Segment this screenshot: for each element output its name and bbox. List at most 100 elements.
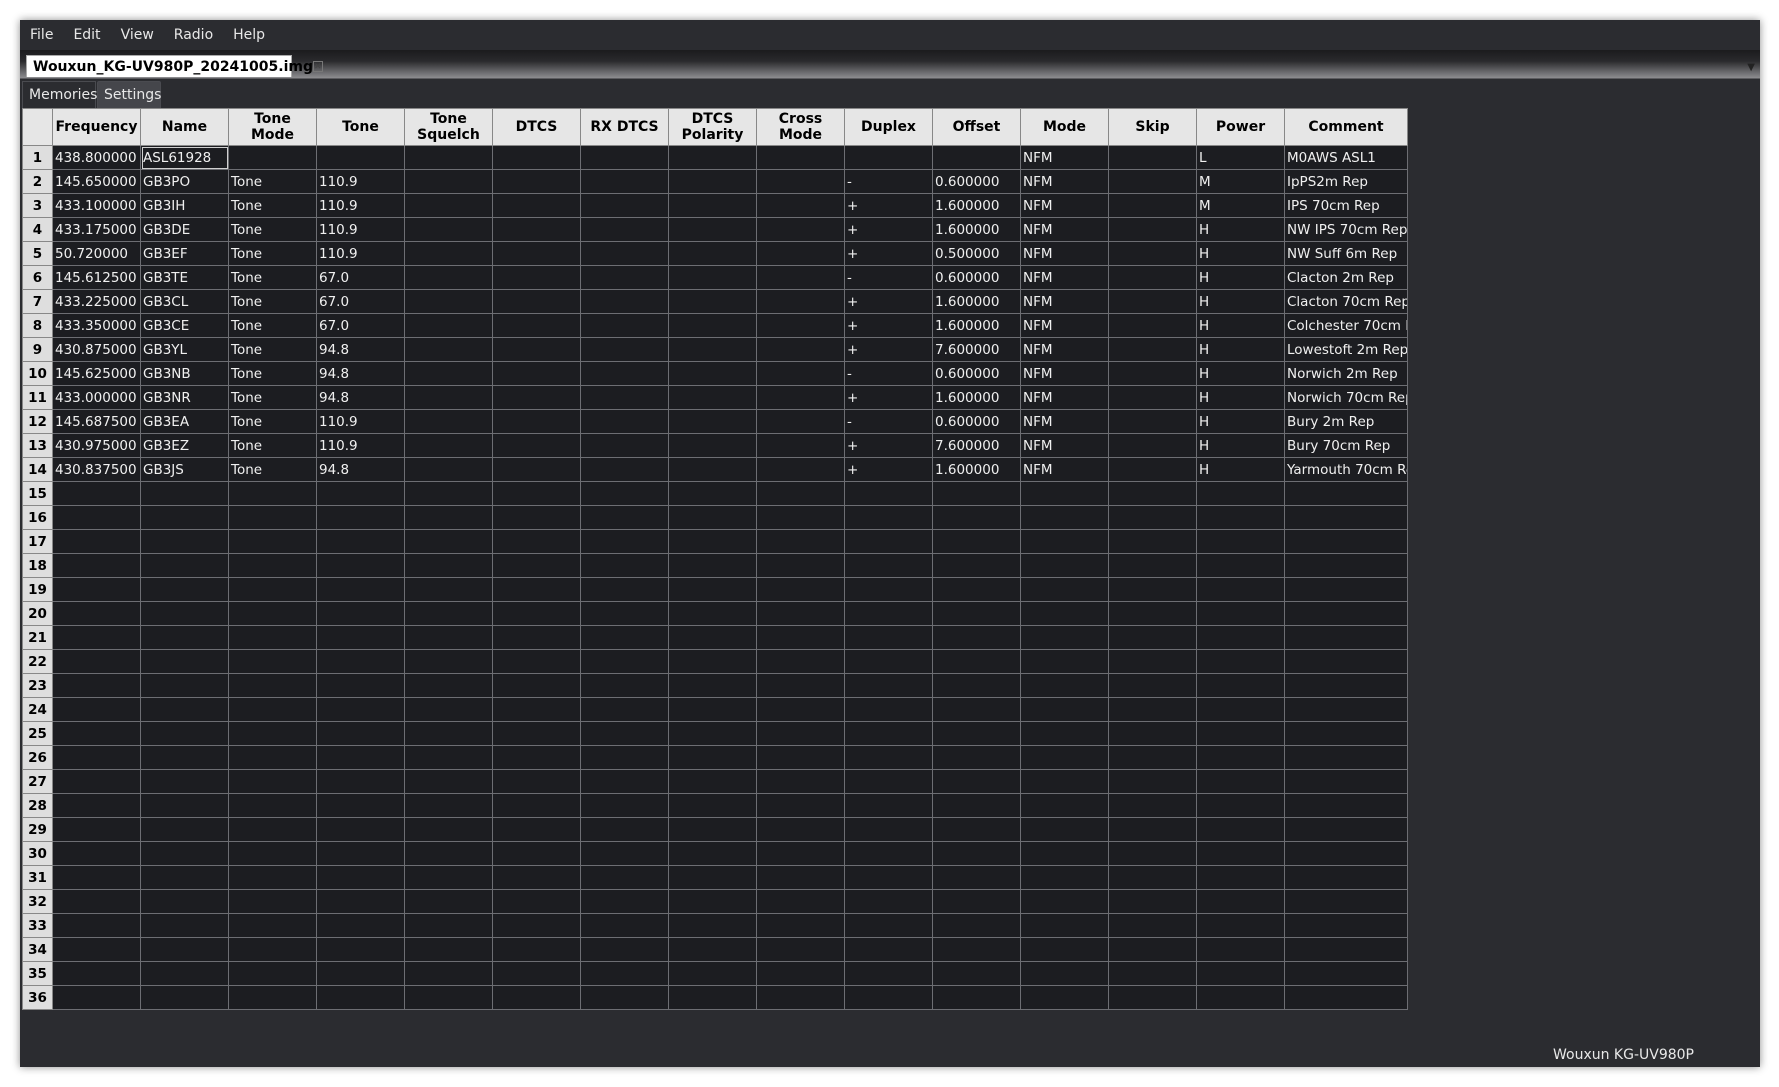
table-cell[interactable] xyxy=(1108,505,1197,530)
table-cell[interactable] xyxy=(140,649,229,674)
table-cell[interactable] xyxy=(756,409,845,434)
table-cell[interactable] xyxy=(844,913,933,938)
table-cell[interactable] xyxy=(756,697,845,722)
table-cell[interactable] xyxy=(756,577,845,602)
table-cell[interactable] xyxy=(140,985,229,1010)
table-cell[interactable] xyxy=(932,793,1021,818)
table-cell[interactable]: Bury 2m Rep xyxy=(1284,409,1408,434)
table-cell[interactable] xyxy=(492,241,581,266)
table-cell[interactable] xyxy=(844,697,933,722)
row-number[interactable]: 2 xyxy=(22,169,53,194)
table-cell[interactable] xyxy=(1284,577,1408,602)
table-cell[interactable] xyxy=(756,865,845,890)
table-cell[interactable]: Clacton 2m Rep xyxy=(1284,265,1408,290)
table-cell[interactable] xyxy=(932,865,1021,890)
table-cell[interactable] xyxy=(1284,769,1408,794)
table-cell[interactable] xyxy=(492,193,581,218)
table-cell[interactable] xyxy=(1020,673,1109,698)
table-cell[interactable] xyxy=(580,889,669,914)
table-cell[interactable] xyxy=(52,769,141,794)
table-cell[interactable] xyxy=(668,577,757,602)
table-cell[interactable] xyxy=(140,529,229,554)
table-cell[interactable] xyxy=(932,697,1021,722)
table-cell[interactable] xyxy=(492,817,581,842)
table-cell[interactable] xyxy=(1196,769,1285,794)
table-cell[interactable] xyxy=(1020,913,1109,938)
table-cell[interactable]: H xyxy=(1196,361,1285,386)
table-cell[interactable] xyxy=(756,601,845,626)
table-cell[interactable] xyxy=(228,625,317,650)
table-cell[interactable] xyxy=(52,625,141,650)
table-cell[interactable] xyxy=(1284,721,1408,746)
table-cell[interactable] xyxy=(580,937,669,962)
table-cell[interactable]: 145.625000 xyxy=(52,361,141,386)
table-cell[interactable] xyxy=(1020,529,1109,554)
row-number[interactable]: 30 xyxy=(22,841,53,866)
table-cell[interactable]: 110.9 xyxy=(316,217,405,242)
table-cell[interactable] xyxy=(580,817,669,842)
table-cell[interactable] xyxy=(1196,745,1285,770)
table-cell[interactable] xyxy=(756,817,845,842)
table-cell[interactable] xyxy=(932,721,1021,746)
table-cell[interactable]: Norwich 2m Rep xyxy=(1284,361,1408,386)
table-cell[interactable] xyxy=(316,481,405,506)
table-cell[interactable]: Tone xyxy=(228,169,317,194)
table-cell[interactable] xyxy=(580,433,669,458)
table-cell[interactable]: - xyxy=(844,409,933,434)
column-header[interactable]: Offset xyxy=(932,108,1021,146)
table-cell[interactable]: GB3PO xyxy=(140,169,229,194)
table-cell[interactable] xyxy=(1020,793,1109,818)
table-cell[interactable] xyxy=(1108,289,1197,314)
table-cell[interactable]: Tone xyxy=(228,313,317,338)
table-cell[interactable]: 7.600000 xyxy=(932,433,1021,458)
table-cell[interactable] xyxy=(1196,553,1285,578)
table-cell[interactable] xyxy=(668,337,757,362)
table-cell[interactable] xyxy=(844,625,933,650)
row-number[interactable]: 9 xyxy=(22,337,53,362)
table-cell[interactable]: 110.9 xyxy=(316,193,405,218)
table-cell[interactable] xyxy=(580,793,669,818)
row-number[interactable]: 27 xyxy=(22,769,53,794)
table-cell[interactable]: 430.875000 xyxy=(52,337,141,362)
table-cell[interactable] xyxy=(404,769,493,794)
table-cell[interactable]: 0.600000 xyxy=(932,361,1021,386)
row-number[interactable]: 35 xyxy=(22,961,53,986)
menu-edit[interactable]: Edit xyxy=(63,20,110,50)
table-cell[interactable] xyxy=(492,529,581,554)
table-cell[interactable] xyxy=(756,313,845,338)
row-number[interactable]: 14 xyxy=(22,457,53,482)
table-cell[interactable] xyxy=(492,145,581,170)
table-cell[interactable] xyxy=(140,769,229,794)
table-cell[interactable]: GB3CL xyxy=(140,289,229,314)
table-cell[interactable] xyxy=(1284,985,1408,1010)
table-cell[interactable] xyxy=(404,433,493,458)
table-cell[interactable] xyxy=(668,553,757,578)
table-cell[interactable] xyxy=(1284,673,1408,698)
row-number[interactable]: 1 xyxy=(22,145,53,170)
table-cell[interactable] xyxy=(932,481,1021,506)
table-cell[interactable] xyxy=(1196,865,1285,890)
table-cell[interactable] xyxy=(1108,529,1197,554)
table-cell[interactable] xyxy=(580,769,669,794)
table-cell[interactable] xyxy=(1196,817,1285,842)
table-cell[interactable] xyxy=(1196,673,1285,698)
table-cell[interactable]: + xyxy=(844,289,933,314)
table-cell[interactable] xyxy=(228,697,317,722)
table-cell[interactable] xyxy=(492,505,581,530)
table-cell[interactable]: 94.8 xyxy=(316,361,405,386)
table-cell[interactable]: L xyxy=(1196,145,1285,170)
table-cell[interactable]: GB3EF xyxy=(140,241,229,266)
table-cell[interactable] xyxy=(140,673,229,698)
table-cell[interactable] xyxy=(844,673,933,698)
row-number[interactable]: 23 xyxy=(22,673,53,698)
table-cell[interactable]: 110.9 xyxy=(316,241,405,266)
table-cell[interactable] xyxy=(1284,817,1408,842)
table-cell[interactable] xyxy=(1196,649,1285,674)
table-cell[interactable] xyxy=(404,985,493,1010)
table-cell[interactable] xyxy=(1108,697,1197,722)
table-cell[interactable] xyxy=(1196,937,1285,962)
table-cell[interactable]: 110.9 xyxy=(316,433,405,458)
table-cell[interactable] xyxy=(404,145,493,170)
table-cell[interactable]: + xyxy=(844,457,933,482)
table-cell[interactable]: IPS 70cm Rep xyxy=(1284,193,1408,218)
